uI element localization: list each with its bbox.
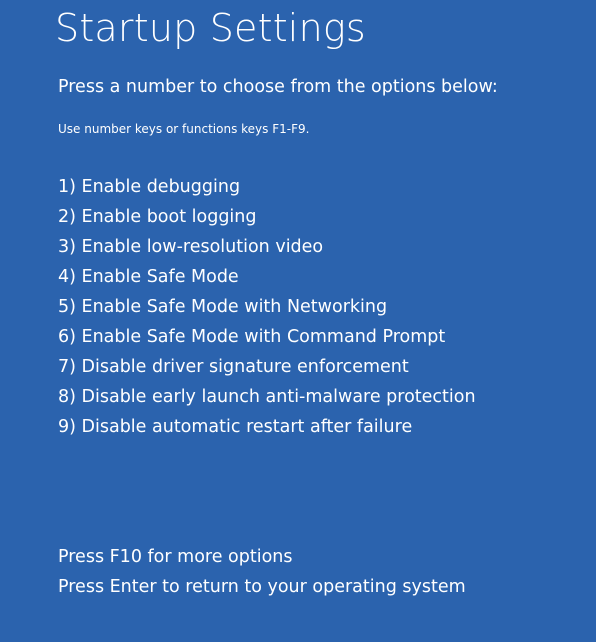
option-enable-safe-mode[interactable]: 4) Enable Safe Mode [58,265,476,295]
startup-options-list: 1) Enable debugging 2) Enable boot loggi… [58,175,476,445]
return-to-os-action[interactable]: Press Enter to return to your operating … [58,575,466,605]
more-options-action[interactable]: Press F10 for more options [58,545,466,575]
startup-settings-screen: Startup Settings Press a number to choos… [0,0,596,642]
option-enable-debugging[interactable]: 1) Enable debugging [58,175,476,205]
instructions-text: Press a number to choose from the option… [58,77,498,97]
option-disable-early-launch-antimalware[interactable]: 8) Disable early launch anti-malware pro… [58,385,476,415]
page-title: Startup Settings [55,6,366,50]
option-disable-driver-signature[interactable]: 7) Disable driver signature enforcement [58,355,476,385]
option-safe-mode-networking[interactable]: 5) Enable Safe Mode with Networking [58,295,476,325]
option-enable-boot-logging[interactable]: 2) Enable boot logging [58,205,476,235]
key-hint-text: Use number keys or functions keys F1-F9. [58,122,310,136]
option-disable-automatic-restart[interactable]: 9) Disable automatic restart after failu… [58,415,476,445]
footer-options: Press F10 for more options Press Enter t… [58,545,466,605]
option-enable-low-resolution-video[interactable]: 3) Enable low-resolution video [58,235,476,265]
option-safe-mode-command-prompt[interactable]: 6) Enable Safe Mode with Command Prompt [58,325,476,355]
